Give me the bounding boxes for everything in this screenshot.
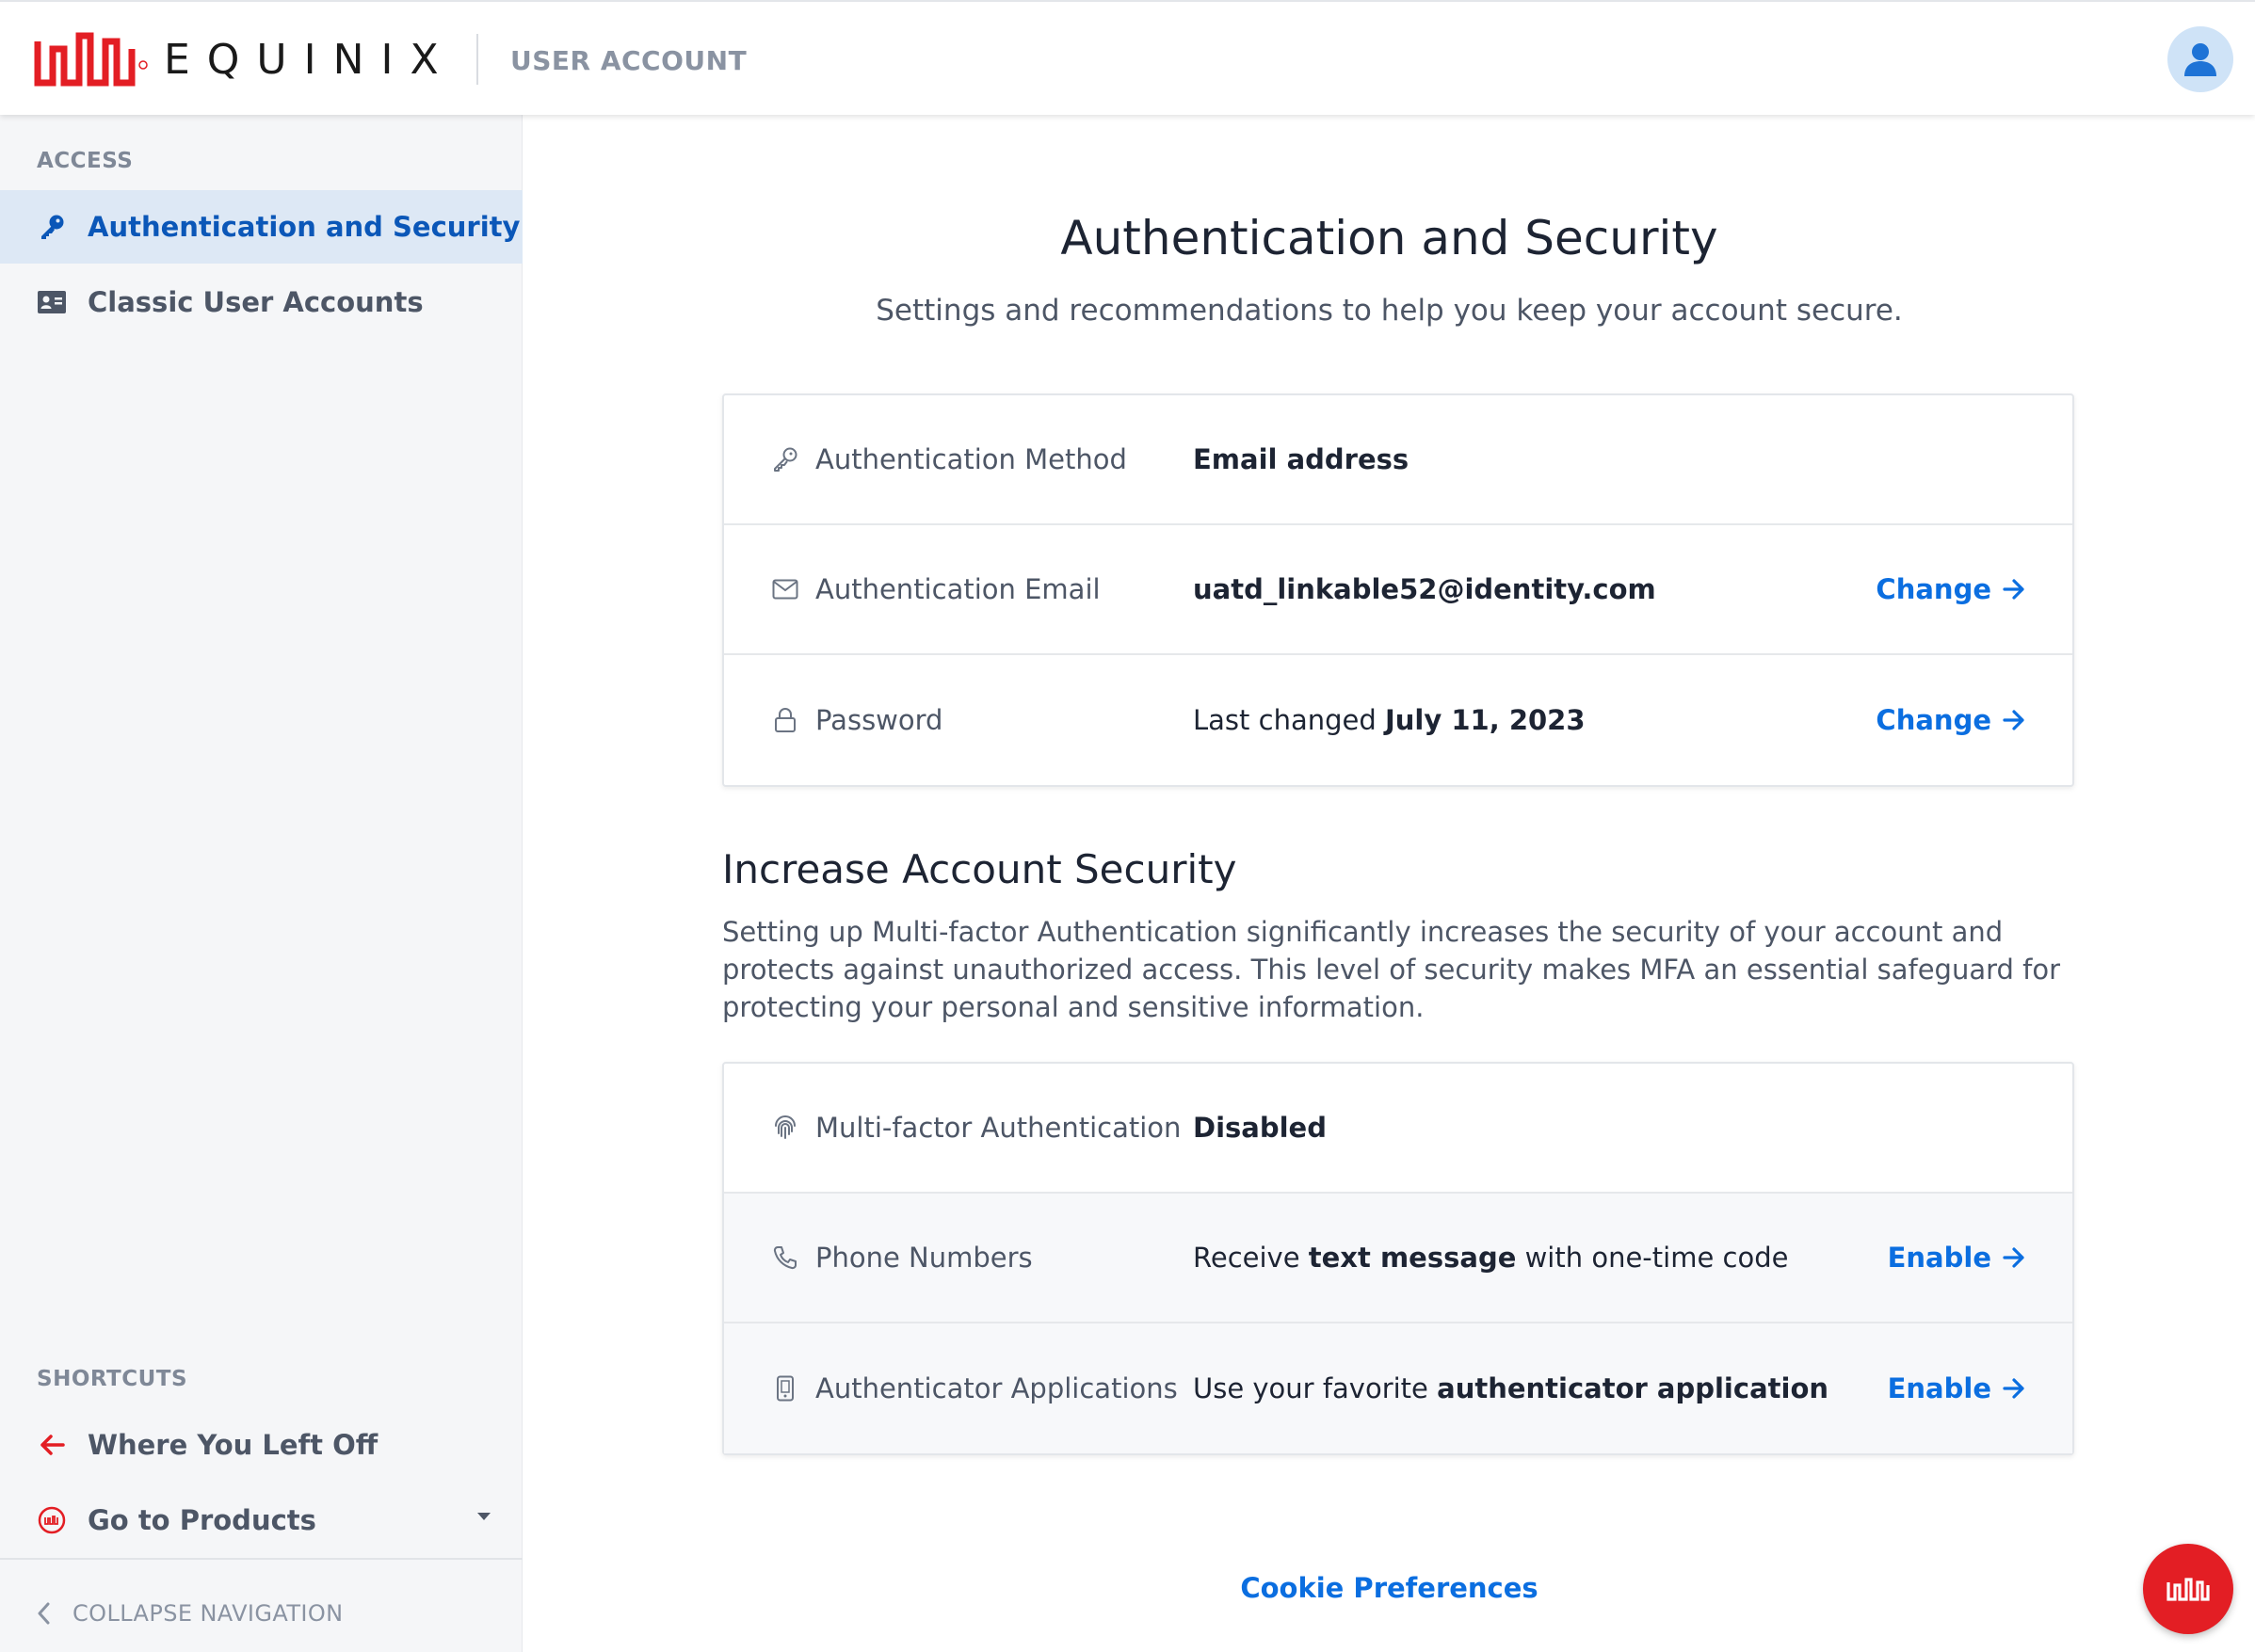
- phone-numbers-row: Phone Numbers Receive text message with …: [724, 1194, 2072, 1323]
- mobile-device-icon: [771, 1374, 799, 1403]
- shortcut-label: Where You Left Off: [88, 1429, 379, 1461]
- fingerprint-icon: [771, 1114, 799, 1142]
- top-header: EQUINIX USER ACCOUNT: [0, 0, 2255, 115]
- shortcut-go-to-products[interactable]: Go to Products: [0, 1484, 523, 1557]
- equinix-logo-icon: [2166, 1578, 2210, 1601]
- main-content: Authentication and Security Settings and…: [523, 115, 2255, 1652]
- page-title: Authentication and Security: [1060, 211, 1718, 265]
- collapse-navigation-label: COLLAPSE NAVIGATION: [72, 1600, 344, 1627]
- id-card-icon: [37, 287, 67, 317]
- sidebar-heading-shortcuts: SHORTCUTS: [37, 1367, 188, 1391]
- increase-security-heading: Increase Account Security: [722, 846, 1237, 892]
- authentication-card: Authentication Method Email address Auth…: [722, 393, 2074, 787]
- enable-authenticator-button[interactable]: Enable: [1888, 1372, 2025, 1404]
- arrow-right-icon: [2003, 1378, 2025, 1399]
- lock-icon: [771, 706, 799, 734]
- envelope-icon: [771, 575, 799, 603]
- sidebar-heading-access: ACCESS: [37, 149, 134, 173]
- arrow-left-icon: [37, 1430, 67, 1460]
- increase-security-description: Setting up Multi-factor Authentication s…: [722, 916, 2061, 1023]
- authentication-email-label: Authentication Email: [815, 573, 1101, 605]
- phone-icon: [771, 1243, 799, 1272]
- authenticator-apps-label: Authenticator Applications: [815, 1372, 1178, 1404]
- mfa-status-value: Disabled: [1193, 1112, 1327, 1144]
- arrow-right-icon: [2003, 1247, 2025, 1268]
- sidebar-item-classic-user-accounts[interactable]: Classic User Accounts: [0, 265, 523, 339]
- sidebar-item-label: Classic User Accounts: [88, 286, 424, 318]
- cookie-preferences-link[interactable]: Cookie Preferences: [523, 1572, 2255, 1604]
- arrow-right-icon: [2003, 579, 2025, 600]
- password-value: Last changed July 11, 2023: [1193, 704, 1586, 736]
- key-outline-icon: [771, 445, 799, 473]
- key-icon: [37, 212, 67, 242]
- equinix-logo-icon: [37, 1505, 67, 1535]
- chevron-down-icon[interactable]: [476, 1512, 491, 1521]
- authenticator-apps-row: Authenticator Applications Use your favo…: [724, 1323, 2072, 1453]
- authenticator-apps-value: Use your favorite authenticator applicat…: [1193, 1372, 1829, 1404]
- mfa-status-row: Multi-factor Authentication Disabled: [724, 1064, 2072, 1194]
- page-subtitle: Settings and recommendations to help you…: [876, 294, 1903, 328]
- collapse-navigation-button[interactable]: COLLAPSE NAVIGATION: [37, 1600, 344, 1627]
- authentication-method-row: Authentication Method Email address: [724, 395, 2072, 525]
- arrow-right-icon: [2003, 710, 2025, 730]
- help-chat-button[interactable]: [2143, 1544, 2233, 1634]
- mfa-label: Multi-factor Authentication: [815, 1112, 1182, 1144]
- header-section-title: USER ACCOUNT: [510, 45, 748, 76]
- change-email-button[interactable]: Change: [1876, 573, 2025, 605]
- authentication-email-value: uatd_linkable52@identity.com: [1193, 573, 1656, 605]
- sidebar-item-authentication-security[interactable]: Authentication and Security: [0, 190, 523, 264]
- sidebar: ACCESS Authentication and Security Class…: [0, 115, 523, 1652]
- equinix-logo-icon[interactable]: [32, 28, 145, 90]
- authentication-method-value: Email address: [1193, 443, 1409, 475]
- enable-phone-button[interactable]: Enable: [1888, 1242, 2025, 1274]
- shortcut-where-you-left-off[interactable]: Where You Left Off: [0, 1408, 523, 1482]
- phone-numbers-value: Receive text message with one-time code: [1193, 1242, 1789, 1274]
- password-label: Password: [815, 704, 943, 736]
- user-icon: [2184, 43, 2216, 76]
- sidebar-divider: [0, 1558, 523, 1560]
- authentication-method-label: Authentication Method: [815, 443, 1127, 475]
- sidebar-item-label: Authentication and Security: [88, 211, 521, 243]
- chevron-left-icon: [38, 1602, 50, 1625]
- brand-wordmark: EQUINIX: [164, 36, 456, 84]
- phone-numbers-label: Phone Numbers: [815, 1242, 1033, 1274]
- mfa-card: Multi-factor Authentication Disabled Pho…: [722, 1062, 2074, 1455]
- shortcut-label: Go to Products: [88, 1504, 316, 1536]
- registered-mark-icon: [138, 60, 148, 70]
- user-avatar-button[interactable]: [2167, 26, 2233, 92]
- change-password-button[interactable]: Change: [1876, 704, 2025, 736]
- header-divider: [476, 34, 478, 85]
- authentication-email-row: Authentication Email uatd_linkable52@ide…: [724, 525, 2072, 655]
- password-row: Password Last changed July 11, 2023 Chan…: [724, 655, 2072, 785]
